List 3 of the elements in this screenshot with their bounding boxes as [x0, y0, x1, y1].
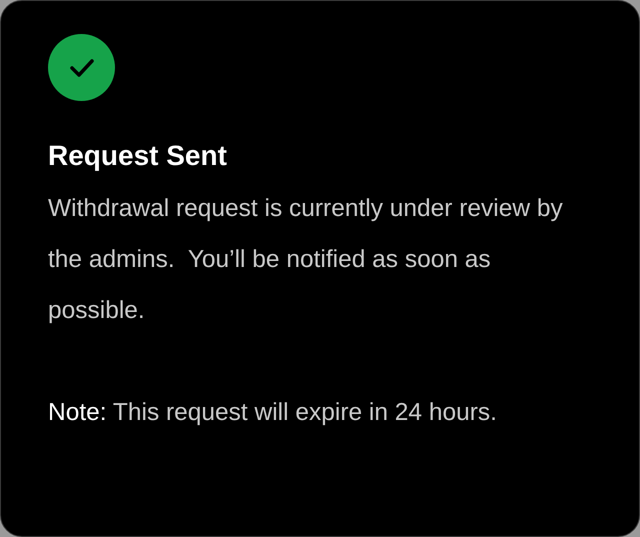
message-text: Withdrawal request is currently under review by the admins. You’ll be notified as soon as possible.	[48, 194, 564, 326]
dialog-title: Request Sent	[48, 139, 228, 173]
note-text: Note: This request will expire in 24 hours.	[48, 398, 498, 428]
